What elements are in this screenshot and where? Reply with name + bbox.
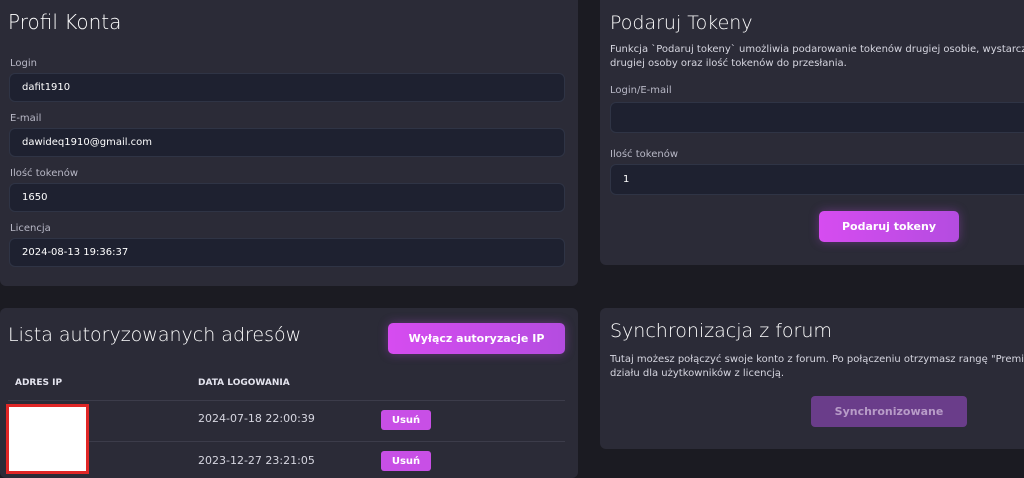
disable-ip-authorization-button[interactable]: Wyłącz autoryzacje IP [388,323,565,354]
gift-login-label: Login/E-mail [610,85,672,96]
forum-description-line2: działu dla użytkowników z licencją. [610,368,785,379]
license-label: Licencja [10,223,51,234]
gift-title: Podaruj Tokeny [610,12,753,34]
gift-login-input[interactable] [610,102,1024,133]
gift-amount-input[interactable] [610,164,1024,195]
profile-title: Profil Konta [8,10,122,34]
gift-description-line2: drugiej osoby oraz ilość tokenów do prze… [610,58,847,69]
redacted-ip-address [6,404,89,474]
forum-sync-card: Synchronizacja z forum Tutaj możesz połą… [600,308,1024,449]
gift-tokens-card: Podaruj Tokeny Funkcja `Podaruj tokeny` … [600,0,1024,265]
login-date-cell: 2023-12-27 23:21:05 [198,454,315,467]
tokens-label: Ilość tokenów [10,168,78,179]
tokens-field[interactable] [9,183,565,212]
addresses-title: Lista autoryzowanych adresów [8,324,302,346]
email-label: E-mail [10,113,42,124]
license-field[interactable] [9,238,565,267]
login-date-cell: 2024-07-18 22:00:39 [198,412,315,425]
table-divider [8,400,565,401]
gift-tokens-button[interactable]: Podaruj tokeny [819,211,959,242]
email-field[interactable] [9,128,565,157]
table-divider [89,441,565,442]
delete-address-button[interactable]: Usuń [381,451,431,471]
forum-title: Synchronizacja z forum [610,320,832,342]
forum-description-line1: Tutaj możesz połączyć swoje konto z foru… [610,354,1024,365]
profile-card: Profil Konta Login E-mail Ilość tokenów … [0,0,578,286]
gift-description-line1: Funkcja `Podaruj tokeny` umożliwia podar… [610,44,1024,55]
delete-address-button[interactable]: Usuń [381,410,431,430]
gift-amount-label: Ilość tokenów [610,149,678,160]
forum-synchronized-button[interactable]: Synchronizowane [811,396,967,427]
column-ip-address: ADRES IP [15,378,63,388]
login-label: Login [10,58,37,69]
login-field[interactable] [9,73,565,102]
authorized-addresses-card: Lista autoryzowanych adresów Wyłącz auto… [0,308,578,478]
column-login-date: DATA LOGOWANIA [198,378,290,388]
